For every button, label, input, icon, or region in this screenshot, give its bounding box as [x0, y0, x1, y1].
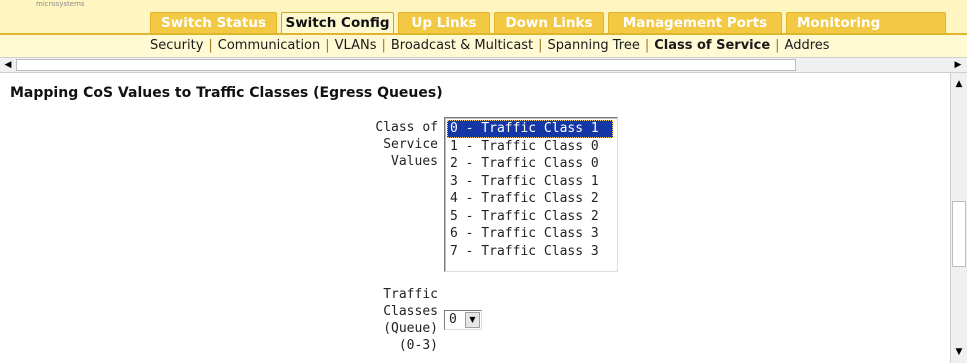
cos-option-6[interactable]: 6 - Traffic Class 3	[447, 225, 613, 243]
traffic-class-value: 0	[449, 312, 457, 327]
top-navigation-band: microsystems Switch Status Switch Config…	[0, 0, 967, 35]
horizontal-scroll-thumb[interactable]	[16, 59, 796, 71]
sub-navigation: Security | Communication | VLANs | Broadcast &…	[0, 35, 967, 57]
arrow-down-icon[interactable]: ▼	[951, 345, 967, 359]
chevron-down-icon[interactable]: ▼	[465, 312, 480, 328]
traffic-class-select[interactable]: 0 ▼	[444, 310, 482, 330]
arrow-right-icon[interactable]: ▶	[951, 58, 965, 72]
cos-values-label: Class of Service Values	[375, 120, 438, 169]
cos-option-2[interactable]: 2 - Traffic Class 0	[447, 155, 613, 173]
arrow-left-icon[interactable]: ◀	[1, 58, 15, 72]
subnav-communication[interactable]: Communication	[218, 38, 320, 53]
subnav-class-of-service[interactable]: Class of Service	[654, 38, 770, 53]
cos-option-7[interactable]: 7 - Traffic Class 3	[447, 243, 613, 261]
subnav-spanning-tree[interactable]: Spanning Tree	[548, 38, 640, 53]
subnav-broadcast-multicast[interactable]: Broadcast & Multicast	[391, 38, 533, 53]
subnav-address[interactable]: Addres	[785, 38, 830, 53]
tab-up-links[interactable]: Up Links	[398, 12, 490, 33]
section-title: Mapping CoS Values to Traffic Classes (E…	[10, 85, 443, 101]
tab-switch-config[interactable]: Switch Config	[281, 12, 394, 34]
cos-option-1[interactable]: 1 - Traffic Class 0	[447, 138, 613, 156]
cos-option-0[interactable]: 0 - Traffic Class 1	[447, 120, 613, 138]
logo-text: microsystems	[36, 0, 85, 8]
subnav-vlans[interactable]: VLANs	[335, 38, 377, 53]
horizontal-scrollbar[interactable]: ◀ ▶	[0, 57, 967, 73]
tab-down-links[interactable]: Down Links	[494, 12, 604, 33]
tab-switch-status[interactable]: Switch Status	[150, 12, 277, 33]
vertical-scrollbar[interactable]: ▲ ▼	[950, 73, 967, 363]
cos-option-5[interactable]: 5 - Traffic Class 2	[447, 208, 613, 226]
cos-option-4[interactable]: 4 - Traffic Class 2	[447, 190, 613, 208]
tab-management-ports[interactable]: Management Ports	[608, 12, 782, 33]
cos-values-listbox[interactable]: 0 - Traffic Class 1 1 - Traffic Class 0 …	[444, 117, 618, 272]
cos-option-3[interactable]: 3 - Traffic Class 1	[447, 173, 613, 191]
vertical-scroll-thumb[interactable]	[952, 201, 966, 267]
arrow-up-icon[interactable]: ▲	[951, 77, 967, 91]
subnav-security[interactable]: Security	[150, 38, 203, 53]
tab-monitoring[interactable]: Monitoring	[786, 12, 946, 33]
traffic-classes-label: Traffic Classes (Queue) (0-3)	[383, 287, 438, 353]
